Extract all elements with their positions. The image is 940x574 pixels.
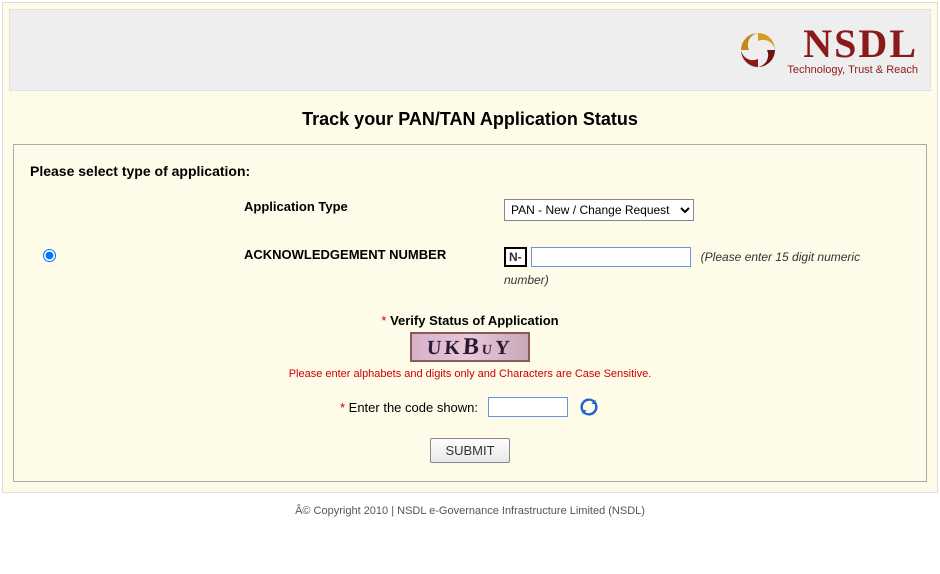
row-app-type: Application Type PAN - New / Change Requ… [24,199,916,221]
refresh-icon[interactable] [578,396,600,418]
captcha-image: UKBUY [410,332,530,362]
ack-prefix: N- [504,247,527,267]
verify-section: * Verify Status of Application UKBUY Ple… [24,313,916,463]
ack-label: ACKNOWLEDGEMENT NUMBER [74,247,504,262]
logo-name: NSDL [803,24,918,64]
captcha-input[interactable] [488,397,568,417]
code-label: Enter the code shown: [349,400,478,415]
ack-radio[interactable] [43,249,56,262]
ack-input[interactable] [531,247,691,267]
ack-hint-inline: (Please enter 15 digit numeric [701,250,860,264]
footer-copyright: Â© Copyright 2010 | NSDL e-Governance In… [0,495,940,517]
logo-tagline: Technology, Trust & Reach [787,64,918,76]
page-title: Track your PAN/TAN Application Status [9,91,931,144]
logo-swirl-icon [737,29,779,71]
captcha-note: Please enter alphabets and digits only a… [24,368,916,380]
header-bar: NSDL Technology, Trust & Reach [9,9,931,91]
submit-button[interactable]: SUBMIT [430,438,509,463]
app-type-select[interactable]: PAN - New / Change Request [504,199,694,221]
logo: NSDL Technology, Trust & Reach [737,24,918,76]
row-ack-number: ACKNOWLEDGEMENT NUMBER N- (Please enter … [24,247,916,287]
app-type-label: Application Type [74,199,504,214]
ack-hint-below: number) [504,273,916,287]
page-container: NSDL Technology, Trust & Reach Track you… [2,2,938,493]
captcha-text: UKBUY [426,334,513,361]
required-asterisk-2: * [340,400,349,415]
form-box: Please select type of application: Appli… [13,144,927,482]
form-instruction: Please select type of application: [24,163,916,179]
code-row: * Enter the code shown: [24,396,916,418]
required-asterisk: * [381,313,390,328]
verify-title: Verify Status of Application [390,313,559,328]
